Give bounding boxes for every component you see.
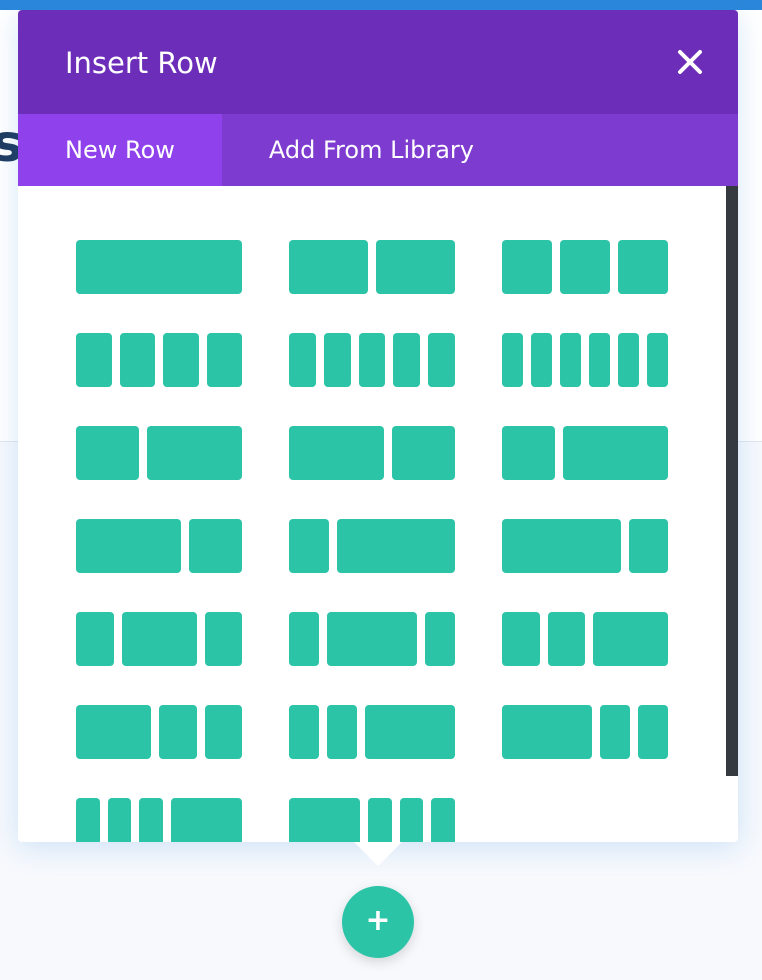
layout-column: [628, 519, 668, 573]
layout-column: [502, 705, 592, 759]
row-layout-option[interactable]: [76, 240, 242, 294]
row-layout-option[interactable]: [76, 612, 242, 666]
layout-column: [502, 240, 552, 294]
modal-tabs: New Row Add From Library: [18, 114, 738, 186]
layout-column: [76, 612, 114, 666]
layout-column: [289, 798, 360, 842]
tab-add-from-library[interactable]: Add From Library: [222, 114, 521, 186]
layout-column: [647, 333, 668, 387]
row-layout-option[interactable]: [76, 333, 242, 387]
layout-column: [618, 240, 668, 294]
row-layout-option[interactable]: [502, 426, 668, 480]
layout-column: [121, 612, 197, 666]
layout-column: [76, 705, 151, 759]
modal-title: Insert Row: [65, 46, 218, 80]
layout-list: [18, 186, 738, 842]
row-layout-option[interactable]: [76, 705, 242, 759]
layout-column: [289, 333, 316, 387]
layout-column: [189, 519, 242, 573]
layout-column: [76, 426, 140, 480]
row-layout-option[interactable]: [502, 612, 668, 666]
scrollbar[interactable]: [726, 186, 738, 776]
layout-column: [163, 333, 199, 387]
row-layout-option[interactable]: [76, 798, 243, 842]
layout-column: [107, 798, 132, 842]
row-layout-option[interactable]: [289, 333, 455, 387]
row-layout-option[interactable]: [289, 798, 456, 842]
row-layout-option[interactable]: [76, 426, 242, 480]
layout-column: [204, 612, 242, 666]
layout-column: [428, 333, 455, 387]
row-layout-option[interactable]: [289, 240, 455, 294]
top-bar: [0, 0, 762, 10]
insert-row-modal: Insert Row New Row Add From Library: [18, 10, 738, 842]
add-row-button[interactable]: +: [342, 886, 414, 958]
layout-column: [393, 333, 421, 387]
row-layout-option[interactable]: [502, 519, 668, 573]
layout-column: [638, 705, 668, 759]
layout-column: [502, 612, 540, 666]
row-layout-option[interactable]: [76, 519, 242, 573]
layout-column: [560, 240, 610, 294]
layout-column: [368, 798, 392, 842]
modal-pointer: [354, 842, 402, 866]
layout-column: [327, 612, 417, 666]
layout-column: [76, 798, 100, 842]
layout-column: [502, 519, 621, 573]
layout-column: [76, 240, 242, 294]
layout-column: [119, 333, 155, 387]
layout-column: [323, 333, 351, 387]
layout-column: [289, 612, 319, 666]
row-layout-option[interactable]: [502, 333, 668, 387]
layout-column: [358, 333, 386, 387]
layout-column: [531, 333, 552, 387]
modal-header: Insert Row: [18, 10, 738, 114]
row-layout-option[interactable]: [289, 705, 455, 759]
layout-column: [76, 519, 182, 573]
layout-column: [376, 240, 455, 294]
layout-column: [391, 426, 455, 480]
layout-column: [289, 519, 329, 573]
layout-column: [327, 705, 357, 759]
layout-column: [204, 705, 242, 759]
layout-column: [562, 426, 668, 480]
layout-column: [618, 333, 639, 387]
layout-column: [365, 705, 455, 759]
tab-new-row[interactable]: New Row: [18, 114, 222, 186]
layout-column: [139, 798, 164, 842]
layout-column: [76, 333, 112, 387]
row-layout-option[interactable]: [502, 705, 668, 759]
row-layout-option[interactable]: [289, 612, 455, 666]
layout-column: [399, 798, 424, 842]
row-layout-option[interactable]: [289, 519, 455, 573]
layout-column: [547, 612, 585, 666]
layout-column: [593, 612, 668, 666]
layout-column: [159, 705, 197, 759]
layout-column: [336, 519, 455, 573]
layout-column: [289, 426, 384, 480]
close-icon[interactable]: [672, 44, 708, 80]
layout-column: [206, 333, 242, 387]
layout-column: [289, 705, 319, 759]
layout-column: [147, 426, 242, 480]
layout-column: [502, 333, 523, 387]
row-layout-option[interactable]: [502, 240, 668, 294]
layout-column: [589, 333, 610, 387]
layout-column: [289, 240, 368, 294]
row-layout-option[interactable]: [289, 426, 455, 480]
layout-column: [502, 426, 555, 480]
layout-column: [600, 705, 630, 759]
layout-column: [171, 798, 243, 842]
layout-column: [425, 612, 455, 666]
layout-column: [560, 333, 581, 387]
layout-column: [431, 798, 456, 842]
